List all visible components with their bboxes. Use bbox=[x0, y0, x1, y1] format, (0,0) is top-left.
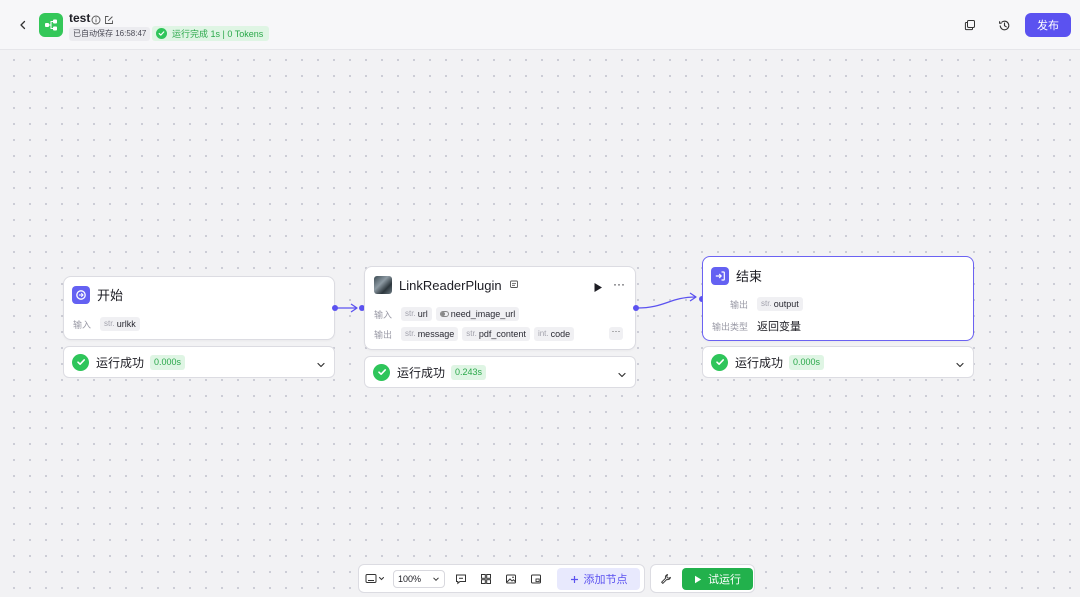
copy-icon[interactable] bbox=[962, 17, 978, 33]
check-circle-icon bbox=[72, 353, 89, 371]
image-icon[interactable] bbox=[503, 571, 519, 587]
start-run-result[interactable]: 运行成功 0.000s bbox=[63, 346, 335, 378]
plugin-node-inputs: 输入 str. url need_image_url bbox=[374, 307, 520, 321]
variable-type: str. bbox=[405, 329, 416, 338]
run-duration-badge: 0.000s bbox=[789, 354, 825, 370]
start-node-inputs: 输入 str. urlkk bbox=[73, 317, 140, 331]
zoom-select[interactable]: 100% bbox=[393, 570, 445, 588]
end-node-output-type: 输出类型 返回变量 bbox=[712, 318, 801, 334]
more-options-icon[interactable]: ··· bbox=[613, 278, 625, 290]
plugin-avatar-icon bbox=[374, 276, 392, 294]
variable-tag: str. pdf_content bbox=[462, 327, 530, 341]
run-duration-badge: 0.243s bbox=[451, 364, 487, 380]
plugin-run-result[interactable]: 运行成功 0.243s bbox=[364, 356, 636, 388]
variable-tag: int. code bbox=[533, 327, 575, 341]
variable-type: str. bbox=[405, 309, 416, 318]
chevron-down-icon[interactable] bbox=[617, 367, 627, 385]
check-circle-icon bbox=[711, 353, 728, 371]
top-bar: test 已自动保存 16:58:47 运行完成 1s | 0 Tokens 发… bbox=[0, 0, 1080, 50]
more-outputs-button[interactable]: ··· bbox=[609, 327, 623, 340]
plugin-output-handle[interactable] bbox=[633, 305, 639, 311]
variable-tag: need_image_url bbox=[435, 307, 520, 321]
play-icon[interactable] bbox=[593, 280, 603, 298]
start-node-header: 开始 bbox=[72, 285, 123, 304]
trial-run-button[interactable]: 试运行 bbox=[682, 568, 753, 590]
run-toolbar: 试运行 bbox=[650, 564, 755, 593]
variable-tag: str. output bbox=[757, 297, 803, 311]
variable-type: str. bbox=[466, 329, 477, 338]
chevron-down-icon[interactable] bbox=[316, 357, 326, 375]
boolean-toggle-icon bbox=[439, 311, 449, 317]
variable-tag: str. urlkk bbox=[100, 317, 140, 331]
linkreader-plugin-node[interactable]: LinkReaderPlugin ··· 输入 str. url need_im… bbox=[364, 266, 636, 350]
input-label: 输入 bbox=[73, 319, 92, 330]
start-icon bbox=[72, 285, 90, 304]
output-type-value: 返回变量 bbox=[757, 321, 802, 333]
add-node-label: 添加节点 bbox=[583, 574, 628, 586]
variable-name: urlkk bbox=[116, 319, 136, 329]
run-status-text: 运行完成 1s | 0 Tokens bbox=[172, 29, 264, 39]
output-label: 输出 bbox=[374, 329, 393, 340]
variable-type: str. bbox=[104, 319, 115, 328]
plugin-node-header: LinkReaderPlugin bbox=[374, 276, 519, 294]
end-node-title: 结束 bbox=[736, 269, 763, 284]
edge-start-arrowhead bbox=[350, 303, 358, 313]
variable-name: output bbox=[773, 299, 799, 309]
run-result-label: 运行成功 bbox=[397, 365, 446, 380]
play-icon bbox=[695, 575, 702, 583]
start-output-handle[interactable] bbox=[332, 305, 338, 311]
variable-name: need_image_url bbox=[450, 309, 516, 319]
end-run-result[interactable]: 运行成功 0.000s bbox=[702, 346, 974, 378]
history-icon[interactable] bbox=[996, 17, 1012, 33]
output-type-label: 输出类型 bbox=[712, 321, 749, 332]
minimap-icon[interactable] bbox=[528, 571, 544, 587]
run-result-label: 运行成功 bbox=[96, 355, 145, 370]
end-node[interactable]: 结束 输出 str. output 输出类型 返回变量 bbox=[702, 256, 974, 341]
add-node-button[interactable]: 添加节点 bbox=[557, 568, 640, 590]
variable-type: int. bbox=[537, 329, 549, 338]
run-result-label: 运行成功 bbox=[735, 355, 784, 370]
variable-name: message bbox=[417, 329, 455, 339]
variable-tag: str. url bbox=[401, 307, 432, 321]
variable-name: pdf_content bbox=[478, 329, 526, 339]
plugin-node-outputs: 输出 str. message str. pdf_content int. co… bbox=[374, 327, 575, 341]
trial-run-label: 试运行 bbox=[708, 574, 741, 586]
chevron-down-icon bbox=[432, 575, 440, 585]
comment-icon[interactable] bbox=[453, 571, 469, 587]
variable-name: code bbox=[550, 329, 571, 339]
end-node-outputs: 输出 str. output bbox=[730, 297, 803, 311]
autosave-status: 已自动保存 16:58:47 bbox=[69, 27, 151, 41]
start-node-title: 开始 bbox=[97, 288, 124, 303]
variable-type: str. bbox=[761, 299, 772, 308]
back-chevron-icon[interactable] bbox=[14, 16, 32, 34]
input-label: 输入 bbox=[374, 309, 393, 320]
edge-plugin-to-end bbox=[636, 296, 697, 309]
output-label: 输出 bbox=[730, 299, 749, 310]
run-status-badge: 运行完成 1s | 0 Tokens bbox=[152, 26, 270, 41]
layout-grid-icon[interactable] bbox=[478, 571, 494, 587]
plugin-store-icon bbox=[509, 276, 519, 294]
zoom-value: 100% bbox=[398, 574, 422, 584]
start-node[interactable]: 开始 输入 str. urlkk bbox=[63, 276, 335, 340]
end-node-header: 结束 bbox=[711, 266, 762, 285]
plus-icon bbox=[570, 575, 578, 583]
run-duration-badge: 0.000s bbox=[150, 354, 186, 370]
plugin-node-title: LinkReaderPlugin bbox=[399, 277, 502, 293]
variable-name: url bbox=[417, 309, 428, 319]
workflow-title: test bbox=[69, 11, 91, 25]
canvas-toolbar: 100% 添加节点 bbox=[358, 564, 645, 593]
edge-end-arrowhead bbox=[689, 292, 697, 302]
chevron-down-icon[interactable] bbox=[955, 357, 965, 375]
workflow-app-icon bbox=[39, 13, 63, 37]
end-icon bbox=[711, 266, 729, 285]
check-circle-icon bbox=[373, 363, 390, 381]
wrench-icon[interactable] bbox=[658, 571, 674, 587]
publish-button[interactable]: 发布 bbox=[1025, 13, 1071, 37]
check-circle-icon bbox=[156, 28, 167, 39]
variable-tag: str. message bbox=[401, 327, 459, 341]
canvas-mode-dropdown[interactable] bbox=[364, 571, 388, 587]
